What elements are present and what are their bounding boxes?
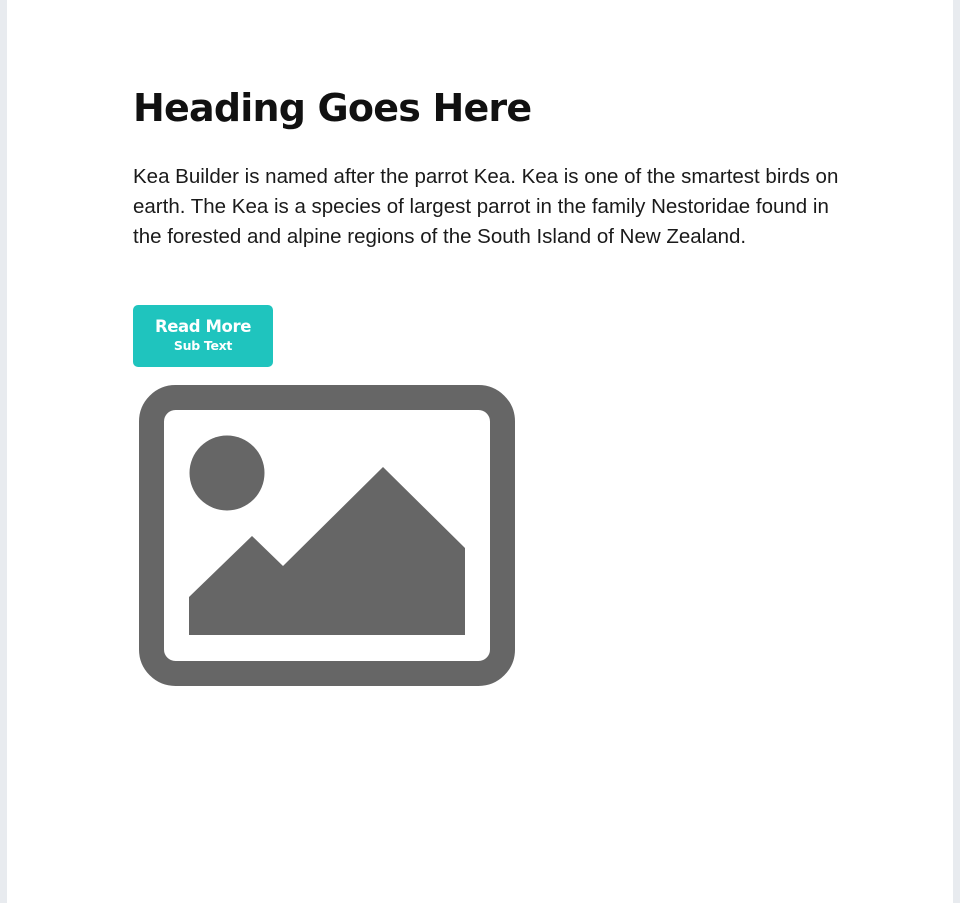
read-more-button[interactable]: Read More Sub Text — [133, 305, 273, 367]
read-more-label: Read More — [154, 317, 252, 336]
image-sun — [189, 435, 265, 511]
page-canvas: Heading Goes Here Kea Builder is named a… — [7, 0, 953, 903]
read-more-sub-text: Sub Text — [173, 338, 233, 353]
section-body-text: Kea Builder is named after the parrot Ke… — [133, 165, 839, 248]
section-heading: Heading Goes Here — [133, 86, 532, 130]
image-placeholder-icon — [139, 385, 515, 686]
